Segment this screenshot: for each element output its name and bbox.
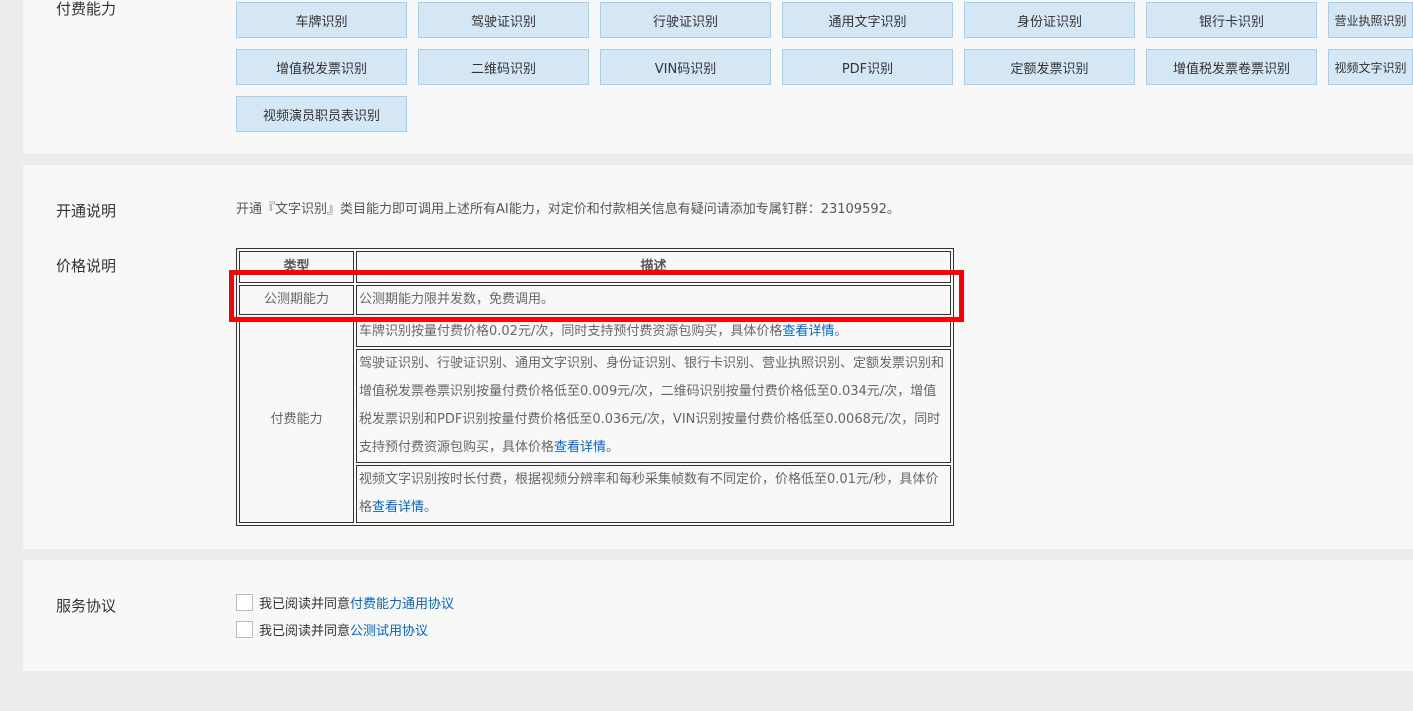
- paid-agreement-link[interactable]: 付费能力通用协议: [350, 593, 454, 612]
- price-label: 价格说明: [56, 257, 117, 275]
- highlight-box: [229, 270, 964, 322]
- capability-button[interactable]: 增值税发票识别: [236, 49, 407, 85]
- capability-button[interactable]: 行驶证识别: [600, 2, 771, 38]
- capability-button[interactable]: 视频文字识别: [1328, 49, 1413, 85]
- view-details-link[interactable]: 查看详情: [372, 500, 424, 515]
- paid-type: 付费能力: [239, 317, 354, 523]
- price-row: 视频文字识别按时长付费，根据视频分辨率和每秒采集帧数有不同定价，价格低至0.01…: [356, 465, 951, 523]
- capability-button[interactable]: 二维码识别: [418, 49, 589, 85]
- capability-button[interactable]: 视频演员职员表识别: [236, 96, 407, 132]
- view-details-link[interactable]: 查看详情: [554, 440, 606, 455]
- capability-button[interactable]: 通用文字识别: [782, 2, 953, 38]
- paid-capabilities-card: 付费能力 车牌识别 驾驶证识别 行驶证识别 通用文字识别 身份证识别 银行卡识别 营业执照识…: [23, 0, 1413, 154]
- agreement-paid[interactable]: 我已阅读并同意 付费能力通用协议: [236, 593, 454, 612]
- agreement-beta[interactable]: 我已阅读并同意 公测试用协议: [236, 620, 428, 639]
- agreement-label: 服务协议: [56, 597, 117, 615]
- capability-button[interactable]: 定额发票识别: [964, 49, 1135, 85]
- checkbox[interactable]: [236, 594, 253, 611]
- agreement-card: 服务协议 我已阅读并同意 付费能力通用协议 我已阅读并同意 公测试用协议: [23, 560, 1413, 671]
- capability-button[interactable]: 驾驶证识别: [418, 2, 589, 38]
- capability-button[interactable]: VIN码识别: [600, 49, 771, 85]
- capability-button[interactable]: 银行卡识别: [1146, 2, 1317, 38]
- intro-text: 开通『文字识别』类目能力即可调用上述所有AI能力，对定价和付款相关信息有疑问请添…: [236, 202, 900, 217]
- capability-button[interactable]: 身份证识别: [964, 2, 1135, 38]
- price-row: 驾驶证识别、行驶证识别、通用文字识别、身份证识别、银行卡识别、营业执照识别、定额…: [356, 349, 951, 463]
- beta-agreement-link[interactable]: 公测试用协议: [350, 620, 428, 639]
- capability-button[interactable]: 增值税发票卷票识别: [1146, 49, 1317, 85]
- capability-buttons: 车牌识别 驾驶证识别 行驶证识别 通用文字识别 身份证识别 银行卡识别 营业执照识别 增值税发…: [236, 2, 1413, 132]
- view-details-link[interactable]: 查看详情: [782, 324, 834, 339]
- intro-label: 开通说明: [56, 202, 117, 220]
- checkbox[interactable]: [236, 621, 253, 638]
- capability-button[interactable]: PDF识别: [782, 49, 953, 85]
- paid-label: 付费能力: [56, 0, 117, 18]
- capability-button[interactable]: 车牌识别: [236, 2, 407, 38]
- info-card: 开通说明 开通『文字识别』类目能力即可调用上述所有AI能力，对定价和付款相关信息…: [23, 165, 1413, 549]
- capability-button[interactable]: 营业执照识别: [1328, 2, 1413, 38]
